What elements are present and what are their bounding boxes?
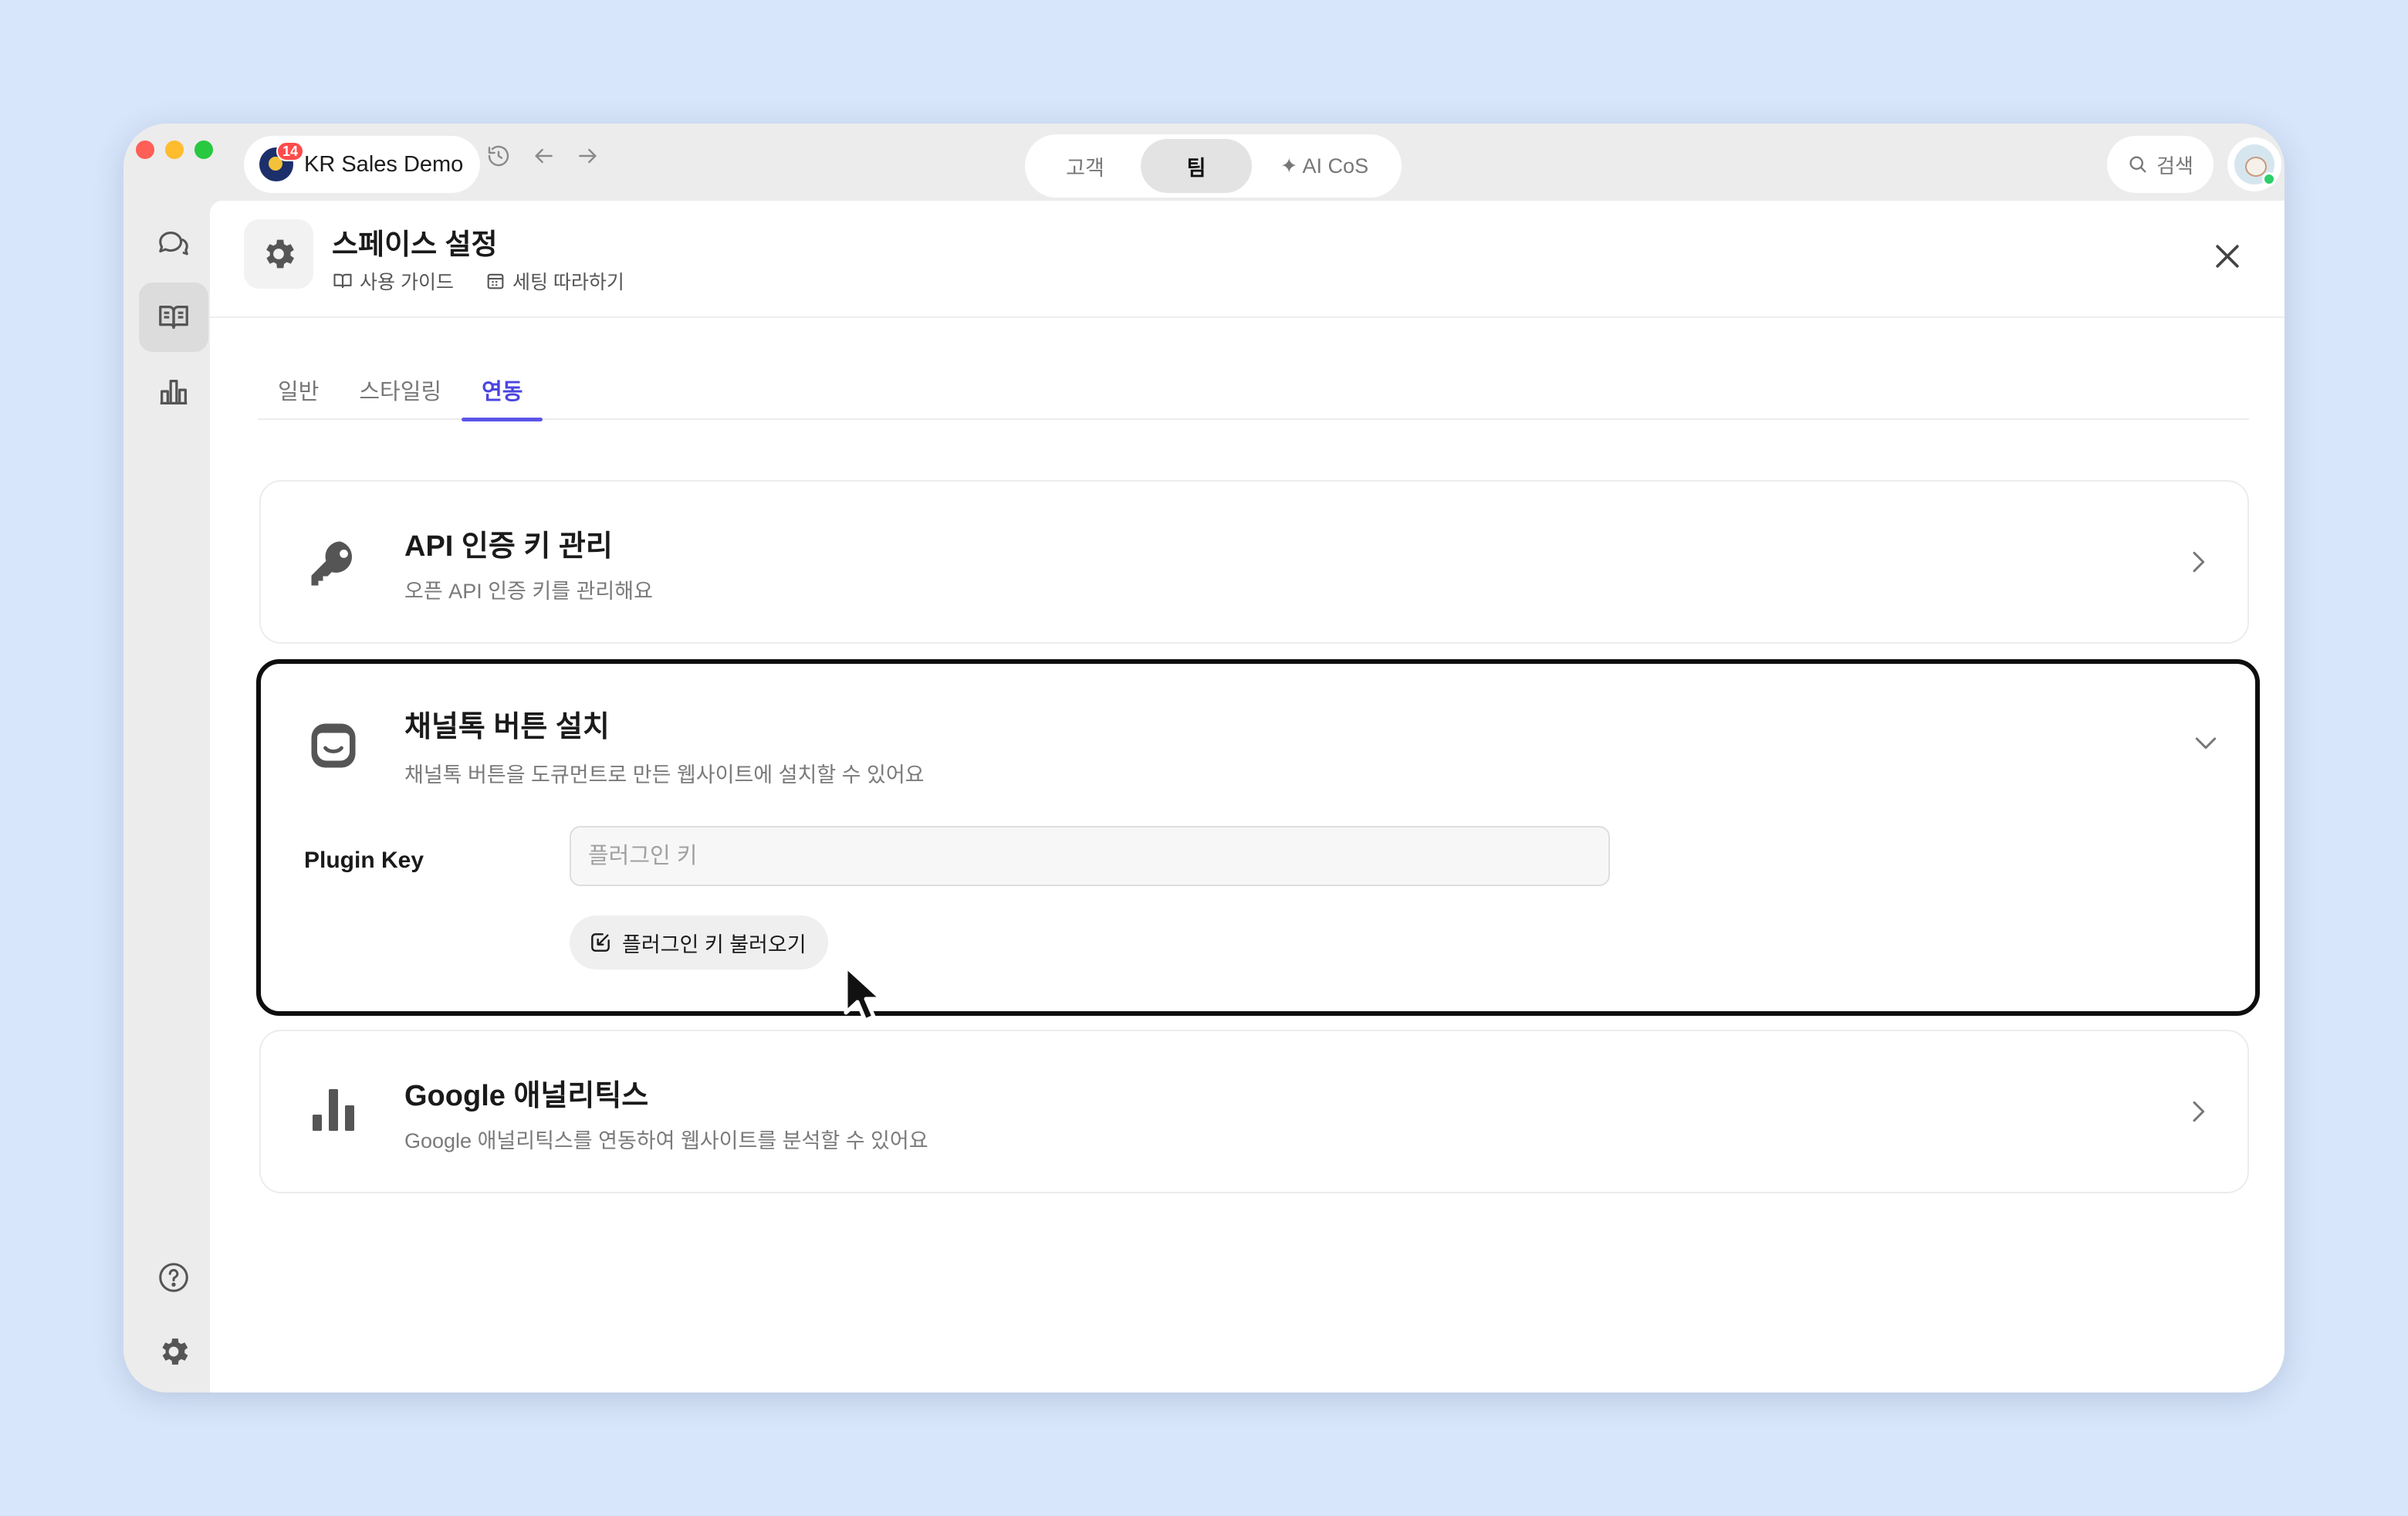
search-button[interactable]: 검색	[2107, 136, 2214, 193]
segment-ai-cos[interactable]: ✦ AI CoS	[1252, 139, 1397, 193]
workspace-name: KR Sales Demo	[304, 151, 464, 177]
calendar-icon	[487, 273, 504, 289]
guide-link[interactable]: 사용 가이드	[332, 267, 454, 295]
forward-arrow-icon[interactable]	[576, 144, 600, 168]
gear-icon	[266, 239, 294, 269]
close-button[interactable]	[2204, 233, 2251, 279]
close-icon	[2216, 245, 2239, 268]
guide-link-label: 사용 가이드	[360, 272, 454, 293]
bar-chart-icon	[304, 1081, 363, 1139]
view-switcher: 고객 팀 ✦ AI CoS	[1025, 134, 1402, 198]
stats-icon	[160, 379, 188, 404]
back-arrow-icon[interactable]	[531, 144, 556, 168]
search-label: 검색	[2156, 154, 2193, 178]
chat-bubbles-icon	[159, 232, 188, 255]
workspace-switcher[interactable]: 14 KR Sales Demo	[244, 136, 481, 193]
key-icon	[304, 534, 363, 593]
online-status-dot	[2262, 172, 2276, 186]
card-title: Google 애널리틱스	[404, 1080, 649, 1112]
page-title: 스페이스 설정	[332, 228, 498, 260]
plugin-key-label: Plugin Key	[304, 848, 424, 873]
help-icon	[159, 1263, 188, 1292]
card-description: Google 애널리틱스를 연동하여 웹사이트를 분석할 수 있어요	[404, 1129, 928, 1152]
chevron-right-icon	[2183, 1096, 2214, 1127]
settings-panel: 스페이스 설정 사용 가이드 세팅 따라하기 일반 스타일링 연동 API 인증…	[210, 201, 2285, 1392]
rail-document[interactable]	[139, 283, 208, 352]
history-nav	[486, 144, 600, 168]
card-title: API 인증 키 관리	[404, 530, 613, 563]
mouse-cursor-icon	[844, 964, 884, 1023]
tab-integrations[interactable]: 연동	[462, 374, 543, 421]
search-icon	[2129, 156, 2146, 173]
header-divider	[210, 316, 2285, 318]
avatar	[2234, 144, 2276, 186]
segment-team[interactable]: 팀	[1141, 139, 1252, 193]
plugin-key-input[interactable]	[570, 826, 1610, 886]
tab-general[interactable]: 일반	[258, 374, 339, 420]
load-plugin-key-button[interactable]: 플러그인 키 불러오기	[570, 915, 828, 969]
window-controls	[136, 140, 213, 159]
tab-styling[interactable]: 스타일링	[339, 374, 462, 420]
card-title: 채널톡 버튼 설치	[404, 711, 610, 743]
header-links: 사용 가이드 세팅 따라하기	[332, 267, 624, 295]
maximize-window-button[interactable]	[194, 140, 213, 159]
segment-customers[interactable]: 고객	[1030, 139, 1141, 193]
gear-icon	[162, 1338, 188, 1365]
channeltalk-card: 채널톡 버튼 설치 채널톡 버튼을 도큐먼트로 만든 웹사이트에 설치할 수 있…	[256, 659, 2260, 1016]
open-book-icon	[159, 305, 188, 330]
api-key-card[interactable]: API 인증 키 관리 오픈 API 인증 키를 관리해요	[259, 480, 2249, 644]
import-icon	[591, 933, 610, 952]
card-description: 오픈 API 인증 키를 관리해요	[404, 580, 653, 603]
minimize-window-button[interactable]	[165, 140, 184, 159]
chevron-down-icon[interactable]	[2190, 727, 2221, 758]
profile-button[interactable]	[2227, 137, 2281, 191]
book-icon	[333, 273, 352, 289]
google-analytics-card[interactable]: Google 애널리틱스 Google 애널리틱스를 연동하여 웹사이트를 분석…	[259, 1030, 2249, 1193]
load-plugin-key-label: 플러그인 키 불러오기	[622, 932, 807, 956]
card-description: 채널톡 버튼을 도큐먼트로 만든 웹사이트에 설치할 수 있어요	[404, 763, 925, 787]
chevron-right-icon	[2183, 547, 2214, 577]
rail-help[interactable]	[139, 1243, 208, 1312]
rail-settings[interactable]	[139, 1317, 208, 1386]
workspace-logo: 14	[259, 141, 305, 181]
setup-walkthrough-label: 세팅 따라하기	[512, 272, 624, 293]
rail-chat[interactable]	[139, 208, 208, 278]
notification-badge: 14	[276, 141, 305, 161]
settings-header-icon	[244, 219, 313, 289]
close-window-button[interactable]	[136, 140, 154, 159]
setup-walkthrough-link[interactable]: 세팅 따라하기	[485, 267, 624, 295]
history-icon[interactable]	[486, 144, 511, 168]
settings-tabs: 일반 스타일링 연동	[258, 374, 2249, 421]
app-window: 14 KR Sales Demo 고객 팀 ✦ AI CoS 검색 스페이스 설…	[123, 124, 2285, 1392]
rail-analytics[interactable]	[139, 357, 208, 426]
channeltalk-icon	[304, 716, 363, 775]
